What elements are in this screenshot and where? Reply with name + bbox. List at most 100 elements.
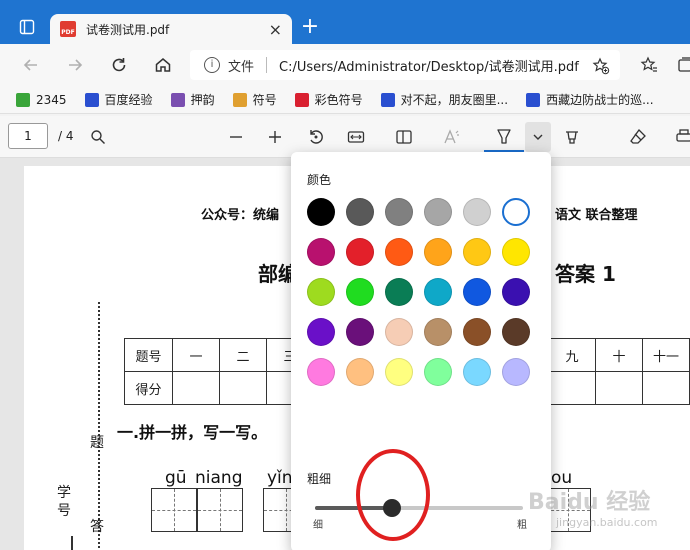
bookmark-item[interactable]: 百度经验 bbox=[84, 91, 153, 108]
fit-width-icon bbox=[347, 131, 365, 143]
add-favorite-button[interactable] bbox=[592, 57, 610, 78]
collections-button[interactable] bbox=[672, 52, 690, 78]
print-button[interactable] bbox=[672, 125, 690, 149]
refresh-icon bbox=[112, 58, 126, 72]
color-swatch[interactable] bbox=[307, 238, 335, 266]
color-swatch[interactable] bbox=[385, 358, 413, 386]
rotate-icon bbox=[310, 130, 323, 144]
color-swatch[interactable] bbox=[502, 318, 530, 346]
table-cell: 题号 bbox=[124, 338, 173, 372]
bookmark-label: 押韵 bbox=[190, 93, 215, 107]
margin-fill-line bbox=[71, 536, 73, 550]
read-aloud-button[interactable] bbox=[440, 125, 464, 149]
draw-button[interactable] bbox=[484, 122, 524, 152]
zoom-out-button[interactable] bbox=[224, 125, 248, 149]
erase-button[interactable] bbox=[626, 125, 650, 149]
back-button[interactable] bbox=[18, 52, 44, 78]
color-swatch[interactable] bbox=[502, 278, 530, 306]
color-swatch[interactable] bbox=[502, 238, 530, 266]
color-swatch[interactable] bbox=[346, 238, 374, 266]
watermark: Baidu 经验 bbox=[528, 490, 651, 515]
color-swatch[interactable] bbox=[463, 238, 491, 266]
color-swatch[interactable] bbox=[463, 198, 491, 226]
pdf-file-icon: PDF bbox=[60, 21, 76, 37]
highlight-button[interactable] bbox=[560, 125, 584, 149]
color-swatch[interactable] bbox=[385, 318, 413, 346]
color-swatch[interactable] bbox=[307, 318, 335, 346]
table-cell: 得分 bbox=[124, 371, 173, 405]
color-swatch[interactable] bbox=[346, 198, 374, 226]
arrow-right-icon bbox=[69, 59, 83, 71]
color-swatch[interactable] bbox=[463, 318, 491, 346]
tab-actions-button[interactable] bbox=[10, 12, 44, 42]
browser-tab[interactable]: PDF 试卷测试用.pdf × bbox=[50, 14, 292, 44]
zoom-in-button[interactable] bbox=[263, 125, 287, 149]
bookmark-item[interactable]: 西藏边防战士的巡... bbox=[526, 91, 654, 108]
page-number-input[interactable]: 1 bbox=[8, 123, 48, 149]
thickness-label: 粗细 bbox=[307, 472, 332, 486]
color-swatch[interactable] bbox=[307, 358, 335, 386]
color-swatch[interactable] bbox=[424, 198, 452, 226]
color-swatch[interactable] bbox=[346, 278, 374, 306]
forward-button[interactable] bbox=[62, 52, 88, 78]
color-swatch[interactable] bbox=[424, 238, 452, 266]
refresh-button[interactable] bbox=[106, 52, 132, 78]
collections-icon bbox=[678, 57, 690, 72]
color-swatch[interactable] bbox=[385, 238, 413, 266]
section-heading: 一.拼一拼，写一写。 bbox=[117, 423, 268, 442]
favorites-icon bbox=[640, 56, 657, 72]
search-button[interactable] bbox=[86, 125, 110, 149]
bookmark-item[interactable]: 2345 bbox=[16, 92, 67, 107]
color-swatch[interactable] bbox=[502, 358, 530, 386]
page-view-button[interactable] bbox=[392, 125, 416, 149]
margin-char: 题 bbox=[90, 435, 104, 451]
bookmark-label: 百度经验 bbox=[104, 93, 153, 107]
color-swatch[interactable] bbox=[385, 278, 413, 306]
bookmark-item[interactable]: 符号 bbox=[232, 91, 277, 108]
tab-strip: PDF 试卷测试用.pdf × + bbox=[0, 0, 690, 44]
tab-actions-icon bbox=[19, 19, 35, 35]
tab-title: 试卷测试用.pdf bbox=[86, 22, 170, 37]
margin-char: 答 bbox=[90, 519, 104, 535]
color-swatch[interactable] bbox=[424, 358, 452, 386]
tab-close-button[interactable]: × bbox=[269, 20, 282, 39]
color-swatch[interactable] bbox=[307, 278, 335, 306]
color-swatch[interactable] bbox=[463, 358, 491, 386]
address-separator bbox=[266, 57, 268, 73]
doc-credit-left: 公众号：统编 bbox=[201, 208, 280, 223]
color-swatch[interactable] bbox=[346, 318, 374, 346]
bookmark-item[interactable]: 对不起，朋友圈里... bbox=[380, 91, 508, 108]
margin-label-student-id: 学号 bbox=[57, 485, 71, 519]
favorites-button[interactable] bbox=[636, 52, 662, 78]
pinyin-text: niang bbox=[195, 468, 243, 488]
color-swatch[interactable] bbox=[502, 198, 530, 226]
bookmark-item[interactable]: 彩色符号 bbox=[294, 91, 363, 108]
fit-width-button[interactable] bbox=[344, 125, 368, 149]
bookmark-favicon-icon bbox=[380, 92, 395, 107]
bookmark-favicon-icon bbox=[526, 92, 541, 107]
table-cell bbox=[172, 371, 220, 405]
address-bar[interactable]: i 文件 C:/Users/Administrator/Desktop/试卷测试… bbox=[190, 50, 620, 80]
info-icon[interactable]: i bbox=[204, 57, 220, 73]
color-swatch[interactable] bbox=[385, 198, 413, 226]
home-button[interactable] bbox=[150, 52, 176, 78]
bookmark-item[interactable]: 押韵 bbox=[170, 91, 215, 108]
draw-options-dropdown[interactable] bbox=[525, 122, 551, 152]
color-swatch[interactable] bbox=[424, 278, 452, 306]
table-cell bbox=[595, 371, 643, 405]
thickness-min-label: 细 bbox=[313, 520, 323, 531]
bookmark-label: 2345 bbox=[36, 92, 67, 107]
plus-icon bbox=[269, 131, 281, 143]
pinyin-text: gū bbox=[165, 468, 187, 488]
color-swatch[interactable] bbox=[424, 318, 452, 346]
color-swatch[interactable] bbox=[463, 278, 491, 306]
table-cell bbox=[219, 371, 267, 405]
new-tab-button[interactable]: + bbox=[298, 16, 322, 40]
bookmark-favicon-icon bbox=[232, 92, 247, 107]
rotate-button[interactable] bbox=[304, 125, 328, 149]
color-swatch-grid bbox=[307, 198, 530, 386]
color-swatch[interactable] bbox=[346, 358, 374, 386]
color-swatch[interactable] bbox=[307, 198, 335, 226]
chevron-down-icon bbox=[533, 134, 543, 140]
url-text[interactable]: C:/Users/Administrator/Desktop/试卷测试用.pdf bbox=[279, 56, 579, 75]
